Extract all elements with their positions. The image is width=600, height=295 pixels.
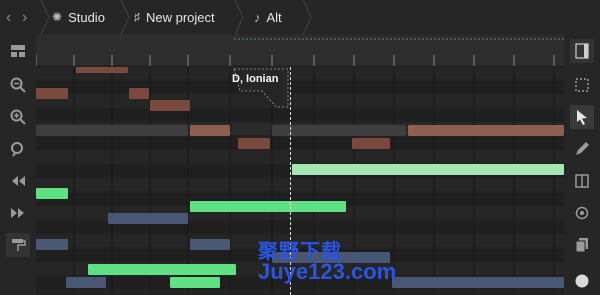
note[interactable] <box>36 125 188 136</box>
note[interactable] <box>272 125 406 136</box>
pointer-icon[interactable] <box>570 105 594 129</box>
panel-toggle-icon[interactable] <box>570 39 594 63</box>
zoom-out-icon[interactable] <box>6 73 30 97</box>
music-note-icon: ♪ <box>254 10 261 25</box>
note[interactable] <box>88 264 236 275</box>
scale-label[interactable]: D, Ionian <box>232 73 278 85</box>
left-toolbar <box>0 35 36 295</box>
note[interactable] <box>352 138 390 149</box>
watermark-url: Juye123.com <box>258 259 397 284</box>
zoom-in-icon[interactable] <box>6 105 30 129</box>
note[interactable] <box>76 67 128 73</box>
note[interactable] <box>129 88 149 99</box>
ruler-ticks <box>35 38 564 67</box>
note[interactable] <box>36 239 68 250</box>
breadcrumb-label: New project <box>146 10 215 25</box>
breadcrumb-label: Alt <box>266 10 282 25</box>
note[interactable] <box>190 125 230 136</box>
back-arrow-icon[interactable]: ‹ <box>6 0 11 35</box>
breadcrumb-label: Studio <box>68 10 105 25</box>
note[interactable] <box>190 201 346 212</box>
breadcrumb-separator <box>40 0 50 35</box>
breadcrumb-separator <box>120 0 130 35</box>
forward-arrow-icon[interactable]: › <box>22 0 27 35</box>
paint-roller-icon[interactable] <box>6 233 30 257</box>
breadcrumb-project[interactable]: ♯ New project <box>134 0 215 35</box>
note[interactable] <box>150 100 190 111</box>
sun-icon: ✺ <box>52 10 63 24</box>
note[interactable] <box>292 164 564 175</box>
settings-icon[interactable] <box>570 201 594 225</box>
guitar-icon: ♯ <box>134 10 140 24</box>
zoom-fit-icon[interactable] <box>6 137 30 161</box>
rewind-icon[interactable] <box>6 169 30 193</box>
note[interactable] <box>66 277 106 288</box>
breadcrumb-track[interactable]: ♪ Alt <box>254 0 282 35</box>
note[interactable] <box>170 277 220 288</box>
fast-forward-icon[interactable] <box>6 201 30 225</box>
note[interactable] <box>36 188 68 199</box>
select-rectangle-icon[interactable] <box>570 73 594 97</box>
timeline-ruler[interactable] <box>35 35 564 67</box>
piano-roll-grid[interactable]: D, Ionian 聚野下载 Juye123.com <box>36 67 564 295</box>
note[interactable] <box>108 213 188 224</box>
copy-icon[interactable] <box>570 233 594 257</box>
split-icon[interactable] <box>570 169 594 193</box>
breadcrumb-separator <box>234 0 244 35</box>
top-bar: ‹ › ✺ Studio ♯ New project ♪ Alt <box>0 0 600 35</box>
note[interactable] <box>408 125 564 136</box>
note[interactable] <box>392 277 564 288</box>
layout-icon[interactable] <box>6 39 30 63</box>
breadcrumb-separator <box>302 0 312 35</box>
note[interactable] <box>190 239 230 250</box>
right-toolbar <box>564 35 600 295</box>
record-icon[interactable] <box>570 269 594 293</box>
breadcrumb-studio[interactable]: ✺ Studio <box>52 0 105 35</box>
note[interactable] <box>238 138 270 149</box>
note[interactable] <box>36 88 68 99</box>
pencil-icon[interactable] <box>570 137 594 161</box>
